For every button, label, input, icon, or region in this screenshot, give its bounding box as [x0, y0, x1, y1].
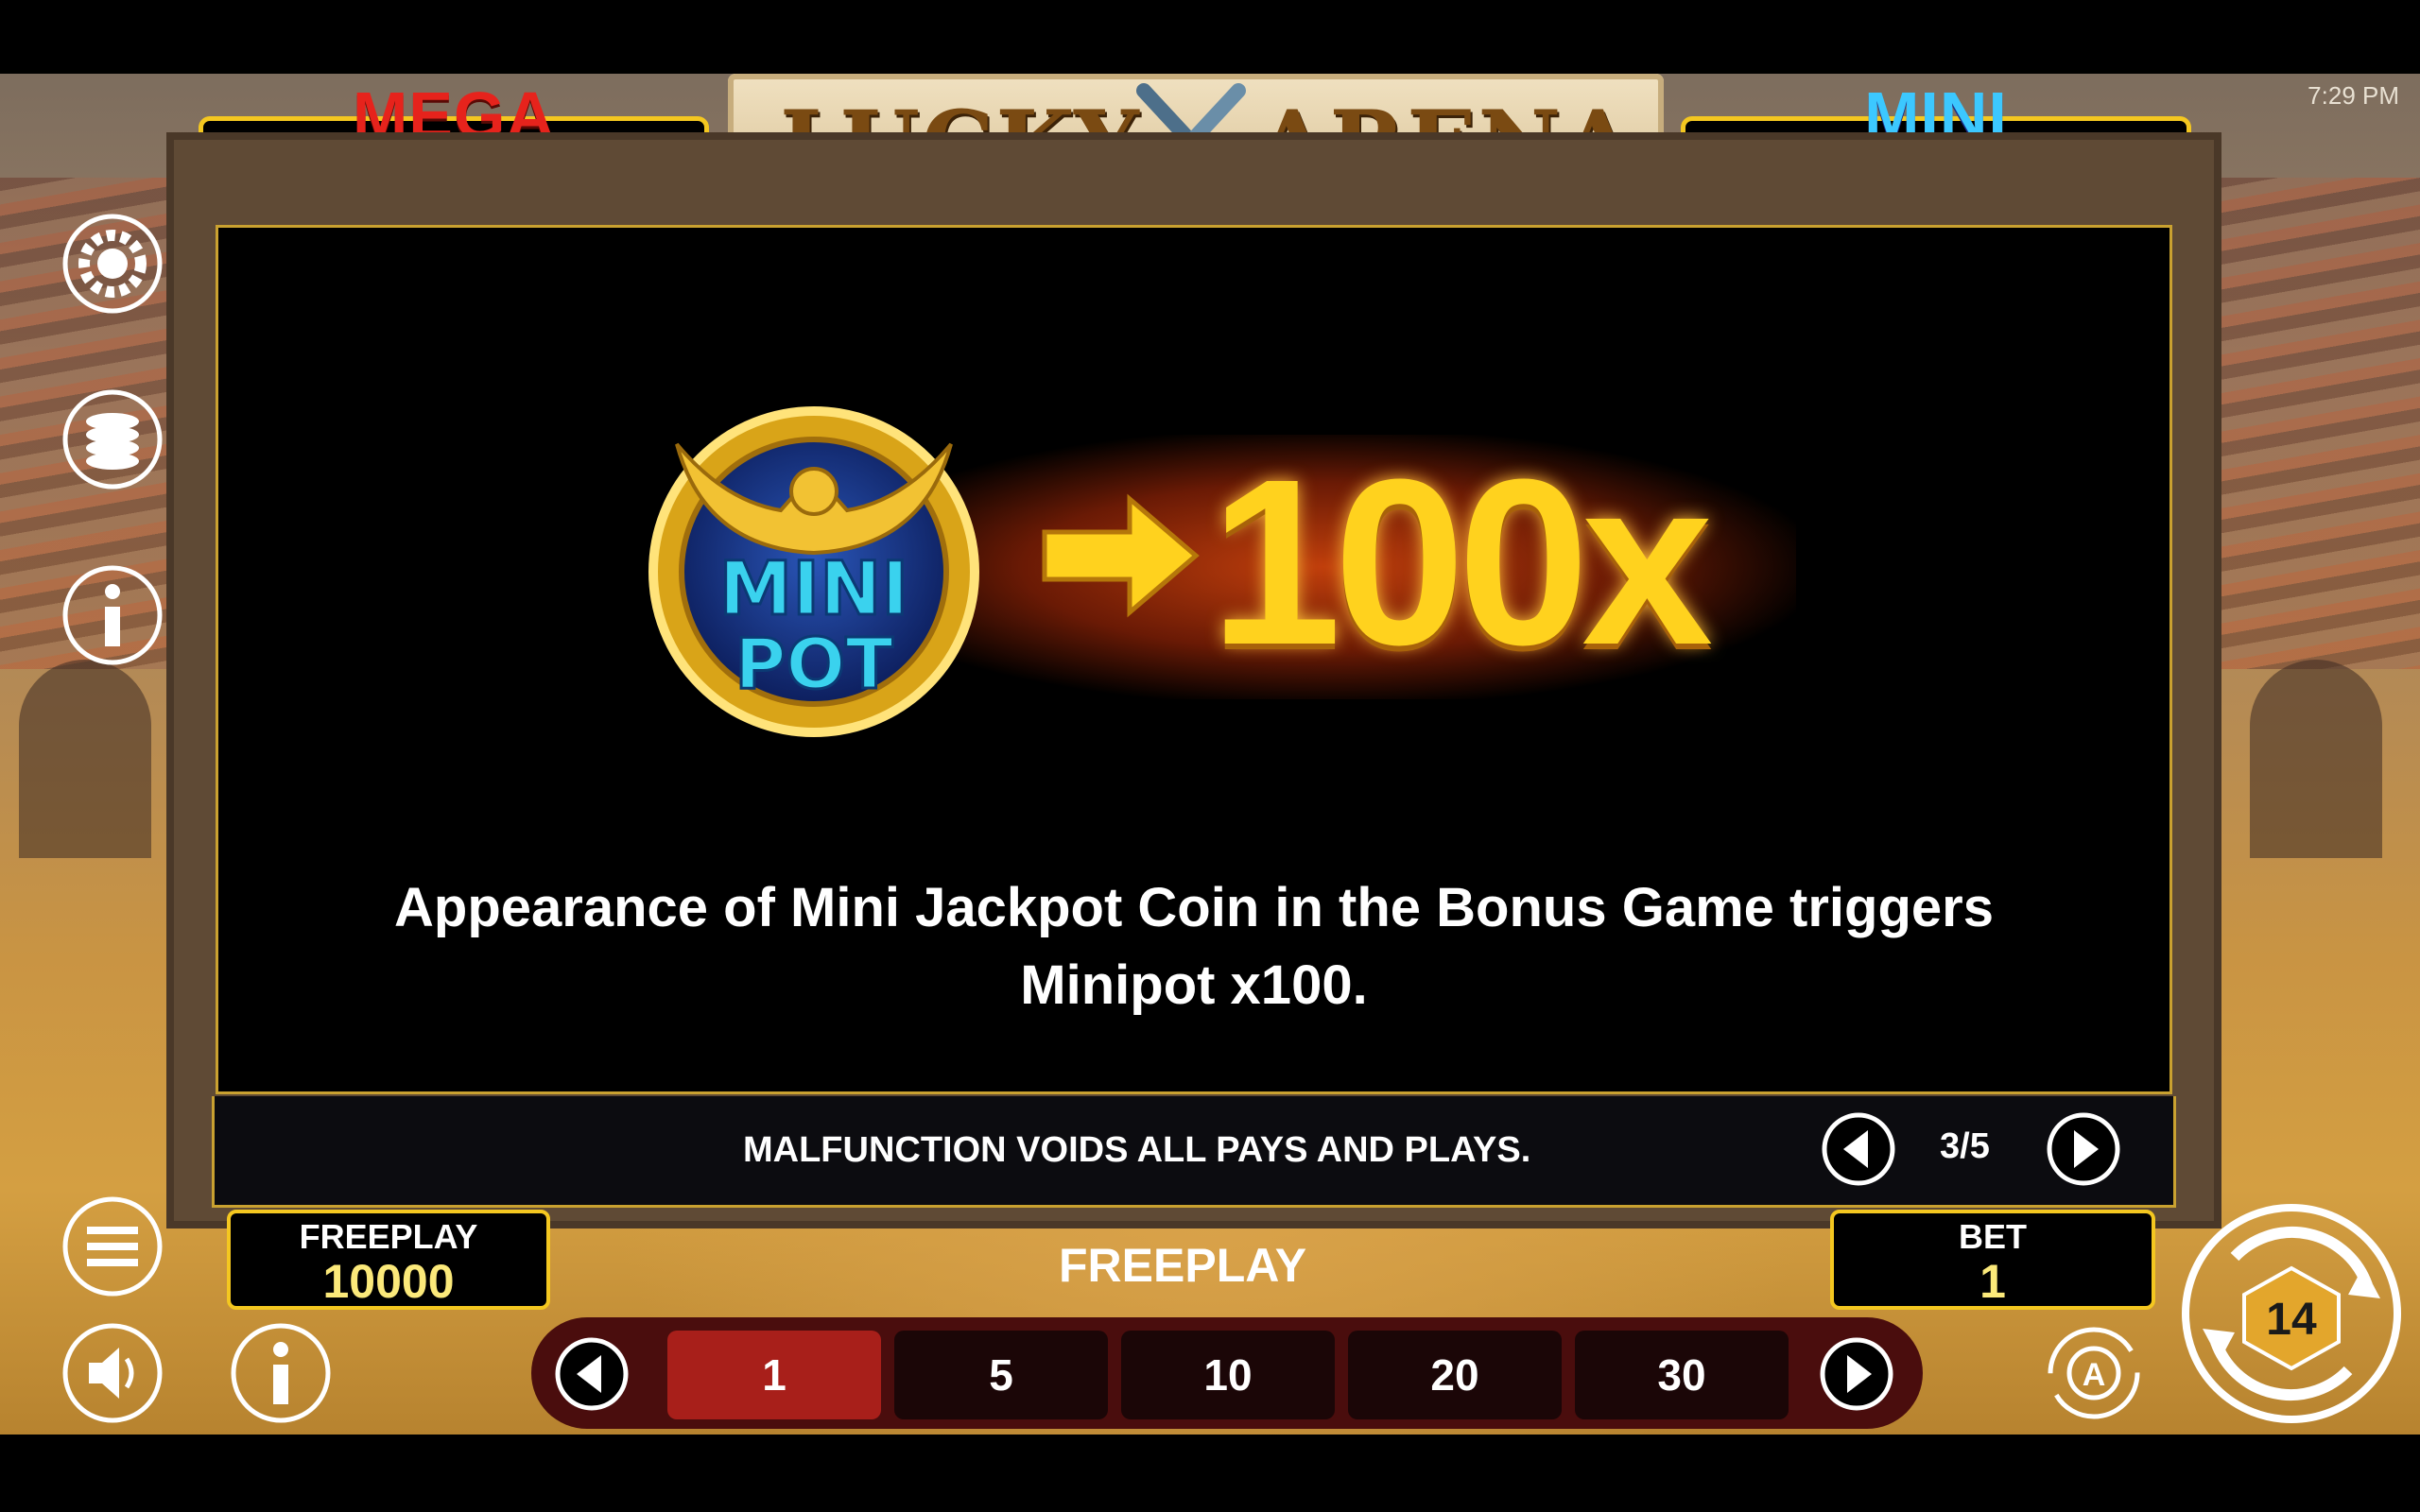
bet-value: 1: [1979, 1255, 2006, 1308]
spin-badge: 14: [2266, 1295, 2317, 1345]
bet-option-10[interactable]: 10: [1121, 1331, 1335, 1419]
autoplay-label: A: [2083, 1357, 2106, 1393]
description-line-2: Minipot x100.: [1020, 954, 1368, 1016]
multiplier-text: 100x: [1210, 430, 1713, 694]
bet-decrease-button[interactable]: [554, 1336, 630, 1412]
bet-box: BET 1: [1830, 1210, 2155, 1310]
page-indicator: 3/5: [1940, 1126, 1990, 1166]
mode-label: FREEPLAY: [1059, 1239, 1307, 1292]
previous-page-button[interactable]: [1821, 1111, 1896, 1187]
bet-increase-button[interactable]: [1819, 1336, 1894, 1412]
arena-crowd-right: [2203, 178, 2420, 669]
sound-icon[interactable]: [60, 1321, 164, 1425]
malfunction-disclaimer: MALFUNCTION VOIDS ALL PAYS AND PLAYS.: [743, 1130, 1531, 1170]
bet-option-20[interactable]: 20: [1348, 1331, 1562, 1419]
bet-label: BET: [1959, 1217, 2027, 1256]
description-line-1: Appearance of Mini Jackpot Coin in the B…: [394, 877, 1994, 938]
arena-arch-right: [2250, 660, 2382, 858]
mini-pot-coin-icon: MINI POT: [648, 406, 979, 737]
credit-label: FREEPLAY: [299, 1217, 478, 1256]
menu-icon[interactable]: [60, 1194, 164, 1298]
coin-text-mini: MINI: [719, 547, 909, 632]
arena-arch-left: [19, 660, 151, 858]
credit-value: 10000: [322, 1255, 455, 1308]
freeplay-credit-box: FREEPLAY 10000: [227, 1210, 550, 1310]
spin-button[interactable]: 14: [2178, 1200, 2405, 1427]
feature-description: Appearance of Mini Jackpot Coin in the B…: [216, 869, 2172, 1024]
gear-icon[interactable]: [60, 212, 164, 316]
bet-option-1[interactable]: 1: [667, 1331, 881, 1419]
bet-option-30[interactable]: 30: [1575, 1331, 1789, 1419]
coins-stack-icon[interactable]: [60, 387, 164, 491]
coin-text-pot: POT: [735, 624, 893, 705]
autoplay-button[interactable]: A: [2042, 1321, 2146, 1425]
bet-option-5[interactable]: 5: [894, 1331, 1108, 1419]
clock: 7:29 PM: [2308, 81, 2399, 110]
info-icon[interactable]: [60, 563, 164, 667]
next-page-button[interactable]: [2046, 1111, 2121, 1187]
arrow-right-icon: [1042, 493, 1200, 618]
help-info-icon[interactable]: [229, 1321, 333, 1425]
